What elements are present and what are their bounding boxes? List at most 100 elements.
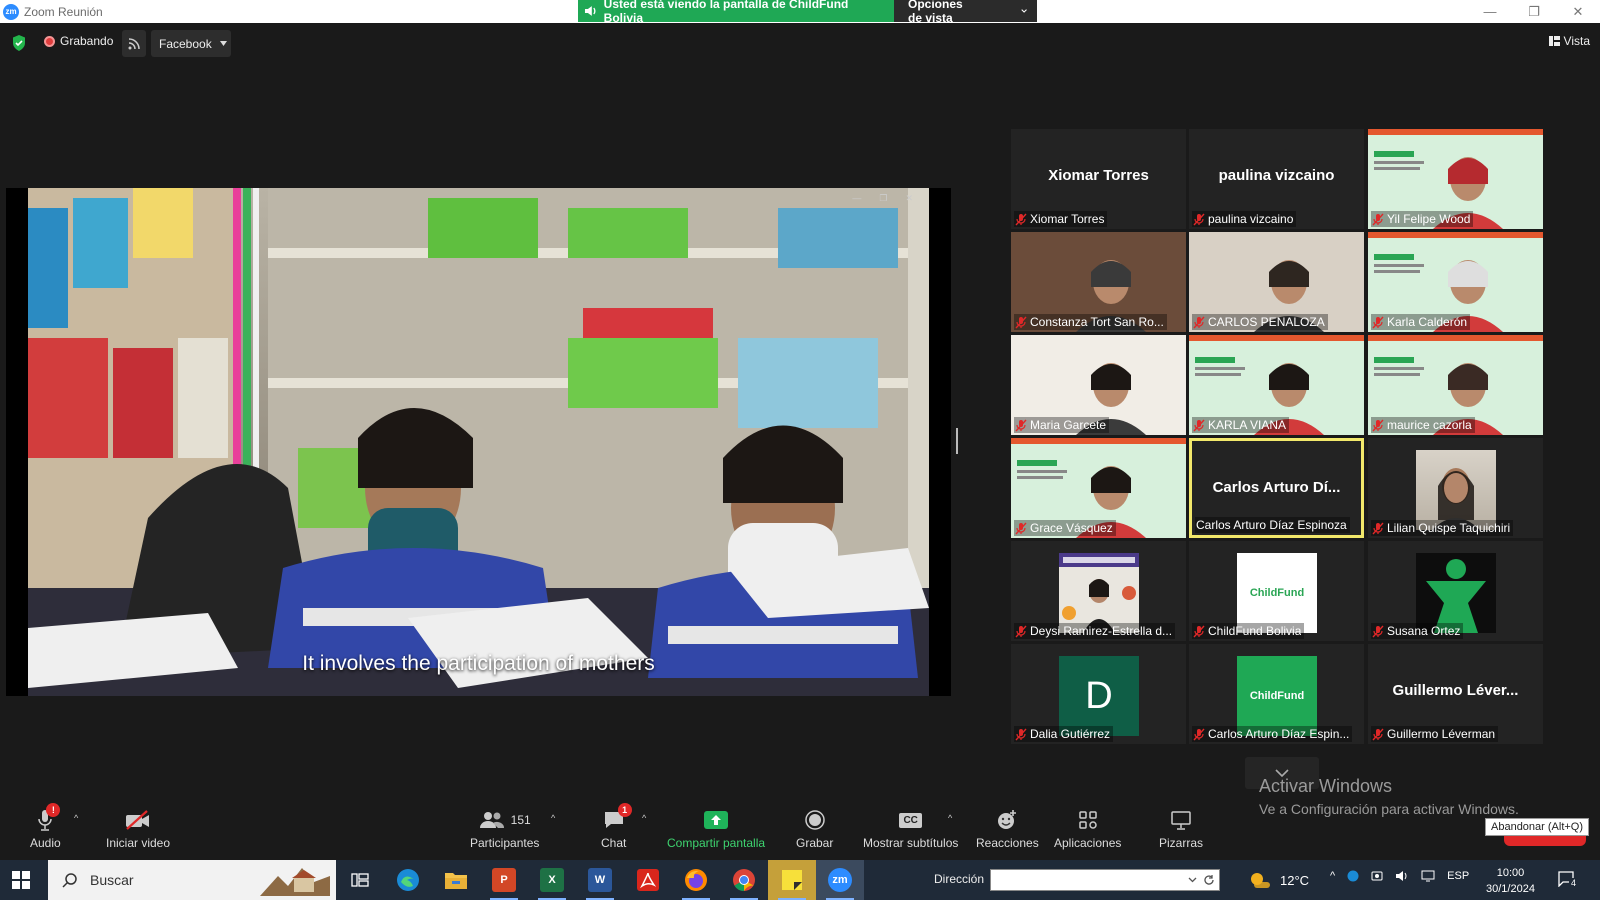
restore-icon: ❐: [879, 193, 888, 203]
keyboard-language[interactable]: ESP: [1447, 870, 1469, 882]
participant-tile[interactable]: Guillermo Léver... Guillermo Léverman: [1368, 644, 1543, 744]
taskbar-chrome[interactable]: [720, 860, 768, 900]
start-video-button[interactable]: Iniciar video: [106, 806, 170, 850]
muted-mic-icon: [1015, 213, 1027, 225]
camera-tray-icon[interactable]: [1371, 870, 1383, 882]
participant-avatar: D: [1059, 656, 1139, 736]
clock[interactable]: 10:00 30/1/2024: [1486, 865, 1535, 897]
weather-widget[interactable]: 12°C: [1248, 870, 1309, 890]
audio-options-caret[interactable]: ^: [74, 813, 78, 823]
participant-tile[interactable]: ChildFund Carlos Arturo Díaz Espin...: [1189, 644, 1364, 744]
participant-name-label: maurice cazorla: [1371, 417, 1475, 433]
participant-tile[interactable]: paulina vizcaino paulina vizcaino: [1189, 129, 1364, 229]
taskbar-file-explorer[interactable]: [432, 860, 480, 900]
record-button[interactable]: Grabar: [796, 806, 833, 850]
taskbar-sticky-notes[interactable]: [768, 860, 816, 900]
participant-tile[interactable]: Deysi Ramirez-Estrella d...: [1011, 541, 1186, 641]
captions-button[interactable]: CC Mostrar subtítulos: [863, 806, 958, 850]
participant-tile[interactable]: Susana Ortez: [1368, 541, 1543, 641]
video-subtitle: It involves the participation of mothers: [302, 652, 655, 675]
firefox-icon: [685, 869, 707, 891]
participant-name: Grace Vásquez: [1030, 521, 1113, 535]
participant-display-name: Xiomar Torres: [1048, 167, 1149, 184]
participant-tile[interactable]: Carlos Arturo Dí... Carlos Arturo Díaz Es…: [1189, 438, 1364, 538]
taskbar-edge[interactable]: [384, 860, 432, 900]
participant-tile[interactable]: CARLOS PENALOZA: [1189, 232, 1364, 332]
participant-tile[interactable]: Grace Vásquez: [1011, 438, 1186, 538]
stream-target-dropdown[interactable]: Facebook: [151, 30, 231, 57]
volume-icon[interactable]: [1395, 870, 1409, 882]
reactions-button[interactable]: Reacciones: [976, 806, 1039, 850]
taskbar-powerpoint[interactable]: P: [480, 860, 528, 900]
minimize-button[interactable]: —: [1468, 0, 1512, 23]
address-toolbar-input[interactable]: [990, 869, 1220, 891]
task-view-icon: [351, 873, 369, 887]
view-options-button[interactable]: Opciones de vista: [894, 0, 1037, 25]
avatar-green-figure-icon: [1416, 553, 1496, 633]
show-hidden-icons-chevron-icon[interactable]: ^: [1330, 870, 1335, 882]
task-view-button[interactable]: [336, 860, 384, 900]
share-screen-button[interactable]: Compartir pantalla: [667, 806, 765, 850]
chat-options-caret[interactable]: ^: [642, 813, 646, 823]
panel-splitter-handle[interactable]: [956, 428, 958, 454]
participant-tile[interactable]: Yil Felipe Wood: [1368, 129, 1543, 229]
taskbar-search-box[interactable]: Buscar: [48, 860, 336, 900]
folder-icon: [445, 873, 467, 889]
participants-button[interactable]: 151 Participantes: [470, 806, 539, 850]
participant-avatar: [1416, 553, 1496, 633]
taskbar-word[interactable]: W: [576, 860, 624, 900]
avatar-photo: [1432, 468, 1480, 530]
captions-options-caret[interactable]: ^: [948, 813, 952, 823]
notification-center-button[interactable]: 4: [1558, 871, 1579, 889]
participant-tile[interactable]: maurice cazorla: [1368, 335, 1543, 435]
participant-tile[interactable]: Maria Garcete: [1011, 335, 1186, 435]
participant-avatar: ChildFund: [1237, 656, 1317, 736]
close-button[interactable]: ✕: [1556, 0, 1600, 23]
whiteboards-button[interactable]: Pizarras: [1159, 806, 1203, 850]
recording-indicator[interactable]: Grabando: [44, 34, 113, 48]
participant-tile[interactable]: Constanza Tort San Ro...: [1011, 232, 1186, 332]
avatar-poster-image: [1059, 553, 1139, 633]
participant-tile[interactable]: Lilian Quispe Taquichiri: [1368, 438, 1543, 538]
address-toolbar-label: Dirección: [934, 872, 985, 886]
muted-mic-icon: [1015, 419, 1027, 431]
muted-mic-icon: [1015, 316, 1027, 328]
activate-windows-title: Activar Windows: [1259, 776, 1393, 796]
clock-date: 30/1/2024: [1486, 883, 1535, 895]
closed-captions-icon: CC: [899, 812, 922, 828]
participants-options-caret[interactable]: ^: [551, 813, 555, 823]
participant-name: ChildFund Bolivia: [1208, 624, 1302, 638]
restore-button[interactable]: ❐: [1512, 0, 1556, 23]
participant-name: paulina vizcaino: [1208, 212, 1294, 226]
clock-time: 10:00: [1496, 867, 1525, 879]
encryption-shield-icon[interactable]: [12, 35, 26, 51]
view-button[interactable]: Vista: [1548, 34, 1590, 48]
video-off-icon: [126, 810, 150, 830]
classroom-scene-image: [28, 188, 929, 696]
participant-tile[interactable]: ChildFund ChildFund Bolivia: [1189, 541, 1364, 641]
participant-name: Carlos Arturo Díaz Espin...: [1208, 727, 1350, 741]
taskbar-zoom[interactable]: zm: [816, 860, 864, 900]
audio-button[interactable]: ! Audio: [30, 803, 61, 850]
taskbar-excel[interactable]: X: [528, 860, 576, 900]
taskbar-acrobat[interactable]: [624, 860, 672, 900]
windows-start-icon[interactable]: [12, 871, 30, 889]
participant-name: Guillermo Léverman: [1387, 727, 1496, 741]
apps-button[interactable]: Aplicaciones: [1054, 806, 1121, 850]
participant-tile[interactable]: D Dalia Gutiérrez: [1011, 644, 1186, 744]
muted-mic-icon: [1372, 316, 1384, 328]
participant-tile[interactable]: KARLA VIANA: [1189, 335, 1364, 435]
edge-tray-icon[interactable]: [1347, 870, 1359, 882]
chat-button[interactable]: 1 Chat: [601, 803, 632, 850]
participant-name-label: Deysi Ramirez-Estrella d...: [1014, 623, 1176, 639]
taskbar-firefox[interactable]: [672, 860, 720, 900]
participant-tile[interactable]: Karla Calderón: [1368, 232, 1543, 332]
participant-tile[interactable]: Xiomar Torres Xiomar Torres: [1011, 129, 1186, 229]
network-icon[interactable]: [1421, 870, 1435, 882]
refresh-icon[interactable]: [1203, 874, 1215, 886]
recording-label: Grabando: [60, 34, 114, 48]
live-stream-button[interactable]: [122, 30, 146, 57]
participant-name: Maria Garcete: [1030, 418, 1107, 432]
shared-screen[interactable]: — ❐ ✕ It involves the participation of m…: [6, 188, 951, 696]
powerpoint-icon: P: [492, 868, 516, 892]
